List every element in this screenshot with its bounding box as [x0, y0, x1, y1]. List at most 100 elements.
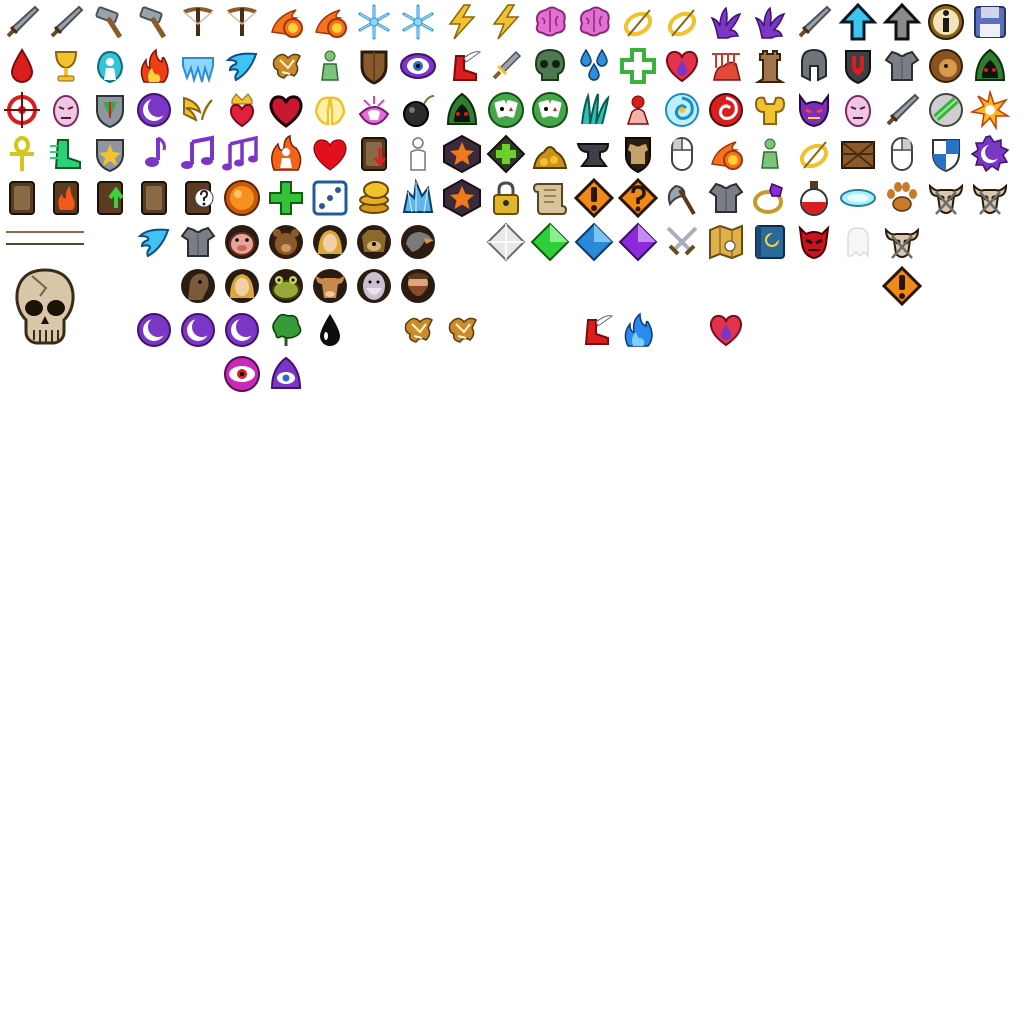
- bomb-icon: [398, 90, 438, 130]
- anvil-icon: [574, 134, 614, 174]
- moon-icon: [222, 310, 262, 350]
- burst-icon: [970, 90, 1010, 130]
- snowflake-icon: [398, 2, 438, 42]
- rune-icon: [442, 310, 482, 350]
- divider-line: [6, 243, 84, 245]
- elder-icon: [354, 266, 394, 306]
- alert-diamond-icon: [882, 266, 922, 306]
- sword-icon: [794, 2, 834, 42]
- portrait-icon: [222, 266, 262, 306]
- gold-pile-icon: [530, 134, 570, 174]
- toad-icon: [266, 266, 306, 306]
- gem-blue-icon: [574, 222, 614, 262]
- fireball-icon: [706, 134, 746, 174]
- moon-icon: [134, 90, 174, 130]
- crossbow-icon: [222, 2, 262, 42]
- brain-icon: [530, 2, 570, 42]
- divider-line: [6, 231, 84, 233]
- banner-shield-icon: [838, 46, 878, 86]
- axe-icon: [662, 178, 702, 218]
- tower-icon: [750, 46, 790, 86]
- fireball-icon: [266, 2, 306, 42]
- shield-icon: [90, 90, 130, 130]
- water-drops-icon: [574, 46, 614, 86]
- magic-hand-icon: [354, 90, 394, 130]
- hood-eye-icon: [266, 354, 306, 394]
- boot-icon: [46, 134, 86, 174]
- sword-icon: [2, 2, 42, 42]
- armor-icon: [706, 178, 746, 218]
- hood-icon: [970, 46, 1010, 86]
- card-down-icon: [354, 134, 394, 174]
- mouse-right-icon: [882, 134, 922, 174]
- wing-icon: [222, 46, 262, 86]
- lightning-icon: [486, 2, 526, 42]
- feathers-icon: [574, 90, 614, 130]
- gem-green-icon: [530, 222, 570, 262]
- plus-diamond-icon: [486, 134, 526, 174]
- fireball-icon: [310, 2, 350, 42]
- brain-icon: [574, 2, 614, 42]
- ox-icon: [310, 266, 350, 306]
- wooden-shield-icon: [354, 46, 394, 86]
- sword-icon: [46, 2, 86, 42]
- wings-icon: [178, 90, 218, 130]
- rune-icon: [398, 310, 438, 350]
- ghost-icon: [838, 222, 878, 262]
- bear-icon: [266, 222, 306, 262]
- portal-icon: [838, 178, 878, 218]
- card-up-icon: [90, 178, 130, 218]
- chalice-icon: [46, 46, 86, 86]
- bull-skull-icon: [970, 178, 1010, 218]
- info-icon: [926, 2, 966, 42]
- cards-icon: [486, 90, 526, 130]
- dagger-icon: [486, 46, 526, 86]
- angel-wings-icon: [310, 90, 350, 130]
- demon-mask-icon: [794, 222, 834, 262]
- crossed-swords-icon: [662, 222, 702, 262]
- arrow-up-gray-icon: [882, 2, 922, 42]
- card-question-icon: [178, 178, 218, 218]
- swirl-icon: [662, 90, 702, 130]
- crate-icon: [838, 134, 878, 174]
- cards-icon: [530, 90, 570, 130]
- gear-moon-icon: [970, 134, 1010, 174]
- heart-potion-icon: [706, 310, 746, 350]
- large-skull-icon: [12, 266, 78, 350]
- eye-icon: [398, 46, 438, 86]
- rune-icon: [266, 46, 306, 86]
- lightning-icon: [442, 2, 482, 42]
- winged-boot-icon: [442, 46, 482, 86]
- card-icon: [2, 178, 42, 218]
- flame-figure-icon: [266, 134, 306, 174]
- ring-icon: [662, 2, 702, 42]
- cross-icon: [618, 46, 658, 86]
- crossbow-icon: [178, 2, 218, 42]
- dark-heart-icon: [266, 90, 306, 130]
- face-icon: [838, 90, 878, 130]
- dog-icon: [354, 222, 394, 262]
- card-icon: [134, 178, 174, 218]
- winged-boot-icon: [574, 310, 614, 350]
- portrait-icon: [310, 222, 350, 262]
- angel-icon: [90, 46, 130, 86]
- star-icon: [442, 178, 482, 218]
- icon-sprite-sheet: [0, 0, 1024, 1024]
- stand-icon: [618, 90, 658, 130]
- heart-icon: [310, 134, 350, 174]
- coins-icon: [354, 178, 394, 218]
- armor-icon: [178, 222, 218, 262]
- star-icon: [442, 134, 482, 174]
- coral-icon: [706, 2, 746, 42]
- ring-icon: [618, 2, 658, 42]
- snowflake-icon: [354, 2, 394, 42]
- scroll-icon: [530, 178, 570, 218]
- moon-icon: [178, 310, 218, 350]
- music-notes-icon: [178, 134, 218, 174]
- ring-icon: [794, 134, 834, 174]
- figure-icon: [750, 134, 790, 174]
- tree-icon: [266, 310, 306, 350]
- mouse-left-icon: [662, 134, 702, 174]
- paw-icon: [882, 178, 922, 218]
- figure-icon: [310, 46, 350, 86]
